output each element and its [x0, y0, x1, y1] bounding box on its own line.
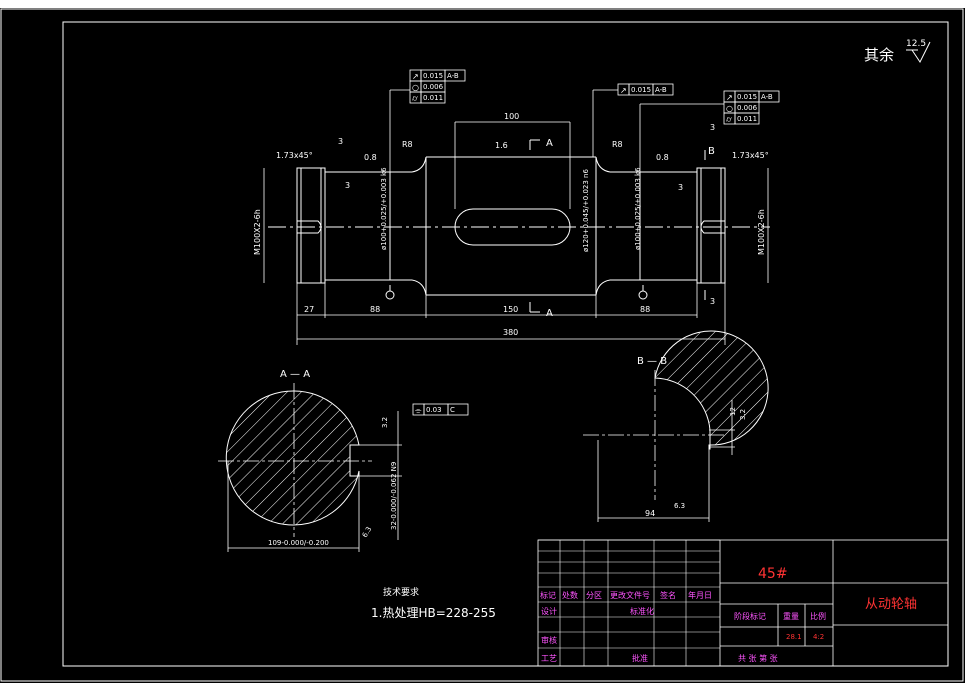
- tolerance-datum: A-B: [447, 72, 459, 80]
- svg-text:28.1: 28.1: [786, 633, 802, 641]
- technical-requirements: 技术要求 1.热处理HB=228-255: [371, 586, 496, 620]
- svg-text:94: 94: [645, 509, 655, 518]
- svg-text:88: 88: [640, 305, 650, 314]
- title-block-header: 年月日: [688, 590, 712, 600]
- tolerance-datum: A-B: [761, 93, 773, 101]
- tolerance-value: 0.011: [423, 94, 443, 102]
- svg-text:3: 3: [338, 137, 343, 146]
- tolerance-value: 0.015: [423, 72, 443, 80]
- svg-text:从动轮轴: 从动轮轴: [865, 597, 917, 612]
- svg-text:45#: 45#: [758, 566, 788, 582]
- svg-text:1.热处理HB=228-255: 1.热处理HB=228-255: [371, 606, 496, 620]
- outer-frame: [0, 8, 964, 682]
- main-dimension-text: 380 27 88 150 88 100 1.73x45° 1.73x45° R…: [253, 112, 769, 337]
- tolerance-frame-keyway: ⌯ 0.03 C: [412, 403, 469, 416]
- tolerance-datum: C: [450, 406, 455, 414]
- title-block-header: 标记: [540, 590, 556, 600]
- svg-text:150: 150: [503, 305, 518, 314]
- svg-text:3: 3: [710, 297, 715, 306]
- tolerance-value: 0.006: [423, 83, 444, 91]
- svg-text:设计: 设计: [541, 606, 557, 616]
- svg-text:批准: 批准: [632, 653, 648, 663]
- tolerance-value: 0.015: [631, 86, 651, 94]
- svg-text:标准化: 标准化: [630, 606, 654, 616]
- tolerance-symbol: ↗: [412, 72, 419, 81]
- tolerance-symbol: ↗: [620, 86, 627, 95]
- title-block-text: 45# 从动轮轴 标记 处数 分区 更改文件号 签名 年月日 设计 标准化 审核 工艺 批…: [540, 566, 917, 663]
- svg-text:3: 3: [678, 183, 683, 192]
- title-block-header: 更改文件号: [610, 590, 650, 600]
- tolerance-symbol: ○: [726, 104, 733, 113]
- svg-text:3.2: 3.2: [739, 409, 747, 420]
- svg-text:重量: 重量: [783, 611, 799, 621]
- tolerance-value: 0.015: [737, 93, 757, 101]
- svg-text:R8: R8: [612, 140, 623, 149]
- svg-text:A — A: A — A: [280, 369, 310, 380]
- svg-text:M100X2-6h: M100X2-6h: [253, 209, 262, 255]
- svg-text:12: 12: [729, 407, 737, 416]
- svg-text:ø100+0.025/+0.003 k6: ø100+0.025/+0.003 k6: [634, 167, 642, 250]
- svg-text:1.73x45°: 1.73x45°: [732, 151, 769, 160]
- svg-text:A: A: [546, 138, 553, 149]
- svg-text:3: 3: [345, 181, 350, 190]
- svg-text:6.3: 6.3: [361, 525, 373, 539]
- svg-text:共 张 第 张: 共 张 第 张: [738, 653, 778, 663]
- svg-text:27: 27: [304, 305, 314, 314]
- tolerance-value: 0.03: [426, 406, 442, 414]
- title-block-header: 分区: [586, 591, 602, 600]
- svg-text:1.73x45°: 1.73x45°: [276, 151, 313, 160]
- svg-text:工艺: 工艺: [541, 654, 557, 663]
- cad-drawing-canvas[interactable]: 其余 12.5 380 27 88 150 88 100 1.73x45° 1.…: [0, 0, 965, 683]
- tolerance-symbol: ⌭: [412, 94, 418, 103]
- tolerance-symbol: ↗: [726, 93, 733, 102]
- tolerance-frame-right: ↗ 0.015 A-B ○ 0.006 ⌭ 0.011: [723, 90, 780, 125]
- svg-text:100: 100: [504, 112, 519, 121]
- title-block-header: 处数: [562, 590, 578, 600]
- svg-text:32-0.000/-0.062 N9: 32-0.000/-0.062 N9: [390, 462, 398, 530]
- svg-text:0.8: 0.8: [656, 153, 669, 162]
- svg-text:109-0.000/-0.200: 109-0.000/-0.200: [268, 539, 329, 547]
- svg-text:ø120+0.045/+0.023 n6: ø120+0.045/+0.023 n6: [582, 169, 590, 252]
- tolerance-symbol: ⌯: [415, 406, 422, 415]
- svg-text:12.5: 12.5: [906, 39, 926, 49]
- tolerance-frame-left: ↗ 0.015 A-B ○ 0.006 ⌭ 0.011: [409, 69, 466, 104]
- svg-text:4:2: 4:2: [813, 633, 824, 641]
- tolerance-value: 0.011: [737, 115, 757, 123]
- section-aa: A — A 109-0.000/-0.200 32-0.000/-0.062 N…: [218, 369, 402, 552]
- title-block-header: 签名: [660, 590, 676, 600]
- svg-text:3.2: 3.2: [381, 417, 389, 428]
- svg-text:6.3: 6.3: [674, 502, 685, 510]
- tolerance-datum: A-B: [655, 86, 667, 94]
- svg-text:M100X2-6h: M100X2-6h: [757, 209, 766, 255]
- svg-text:B: B: [708, 146, 715, 157]
- svg-text:ø100+0.025/+0.003 k6: ø100+0.025/+0.003 k6: [380, 167, 388, 250]
- svg-text:技术要求: 技术要求: [383, 586, 419, 598]
- svg-text:0.8: 0.8: [364, 153, 377, 162]
- svg-text:其余: 其余: [864, 46, 894, 64]
- svg-text:380: 380: [503, 328, 518, 337]
- svg-text:R8: R8: [402, 140, 413, 149]
- svg-text:1.6: 1.6: [495, 141, 508, 150]
- tolerance-value: 0.006: [737, 104, 758, 112]
- svg-text:阶段标记: 阶段标记: [734, 611, 766, 621]
- tolerance-symbol: ○: [412, 83, 419, 92]
- svg-text:A: A: [546, 308, 553, 319]
- svg-text:3: 3: [710, 123, 715, 132]
- section-bb: B — B 94 12 3.2 6.3: [583, 330, 769, 522]
- svg-text:88: 88: [370, 305, 380, 314]
- tolerance-symbol: ⌭: [726, 115, 732, 124]
- tolerance-frame-middle: ↗ 0.015 A-B: [617, 83, 674, 96]
- svg-text:审核: 审核: [541, 635, 557, 645]
- svg-text:比例: 比例: [810, 611, 826, 621]
- shaft-main-view: [268, 139, 770, 313]
- other-roughness-note: 其余 12.5: [864, 39, 931, 64]
